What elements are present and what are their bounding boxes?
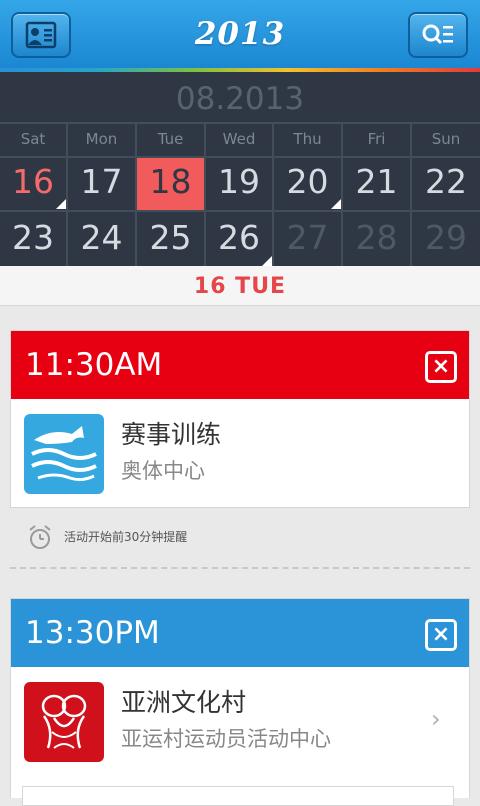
remove-event-button[interactable]: × (425, 351, 457, 383)
event-marker (262, 256, 272, 266)
day-cell[interactable]: 24 (68, 212, 135, 266)
event-card[interactable]: 13:30PM × 亚洲文化村 亚运村运动员活动中心 › (10, 598, 470, 798)
event-body: 亚洲文化村 亚运村运动员活动中心 › (11, 667, 469, 775)
day-cell[interactable]: 27 (274, 212, 341, 266)
day-cell[interactable]: 17 (68, 156, 135, 210)
day-cell[interactable]: 29 (412, 212, 480, 266)
month-label: 08.2013 (175, 81, 305, 117)
chevron-right-icon[interactable]: › (431, 705, 441, 733)
selected-date-label: 16 TUE (0, 266, 480, 306)
weekday-label: Thu (293, 130, 322, 148)
grid-line (0, 156, 480, 158)
search-list-button[interactable] (408, 12, 468, 58)
profile-list-icon (25, 21, 57, 49)
app-header: 2013 Nanjing (0, 0, 480, 100)
day-cell[interactable]: 19 (206, 156, 272, 210)
event-time: 13:30PM (25, 615, 160, 651)
event-time-bar: 13:30PM × (11, 599, 469, 667)
weekday-label: Wed (222, 130, 256, 148)
alarm-clock-icon (29, 525, 51, 549)
grid-line (341, 122, 343, 266)
grid-line (410, 122, 412, 266)
divider (10, 567, 470, 569)
app-title: 2013 Nanjing (167, 16, 311, 100)
event-body: 赛事训练 奥体中心 (11, 399, 469, 507)
day-cell[interactable]: 25 (137, 212, 204, 266)
day-cell-selected[interactable]: 18 (137, 156, 204, 210)
weekday-label: Sat (20, 130, 46, 148)
grid-line (66, 122, 68, 266)
grid-line (272, 122, 274, 266)
weekday-label: Mon (85, 130, 118, 148)
remove-event-button[interactable]: × (425, 619, 457, 651)
day-cell[interactable]: 23 (0, 212, 66, 266)
event-name: 赛事训练 (121, 420, 222, 449)
swimming-icon (24, 414, 104, 494)
grid-line (204, 122, 206, 266)
weekday-label: Fri (367, 130, 386, 148)
day-cell[interactable]: 21 (343, 156, 410, 210)
culture-village-logo-icon (24, 682, 104, 762)
grid-line (135, 122, 137, 266)
search-list-icon (422, 24, 453, 45)
event-venue: 亚运村运动员活动中心 (121, 727, 331, 751)
event-time: 11:30AM (25, 347, 163, 383)
event-marker (56, 199, 66, 209)
grid-line (0, 210, 480, 212)
day-cell[interactable]: 28 (343, 212, 410, 266)
grid-line (0, 122, 480, 124)
profile-button[interactable] (11, 12, 71, 58)
weekday-label: Sun (431, 130, 461, 148)
event-detail-card (22, 786, 454, 806)
calendar: 08.2013 Sat Mon Tue Wed Thu Fri Sun 16 1… (0, 72, 480, 266)
event-venue: 奥体中心 (121, 459, 205, 483)
event-card[interactable]: 11:30AM × 赛事训练 奥体中心 (10, 330, 470, 508)
reminder-text: 活动开始前30分钟提醒 (64, 530, 188, 544)
event-marker (331, 199, 341, 209)
day-cell[interactable]: 22 (412, 156, 480, 210)
event-name: 亚洲文化村 (121, 688, 247, 717)
event-time-bar: 11:30AM × (11, 331, 469, 399)
weekday-label: Tue (157, 130, 184, 148)
